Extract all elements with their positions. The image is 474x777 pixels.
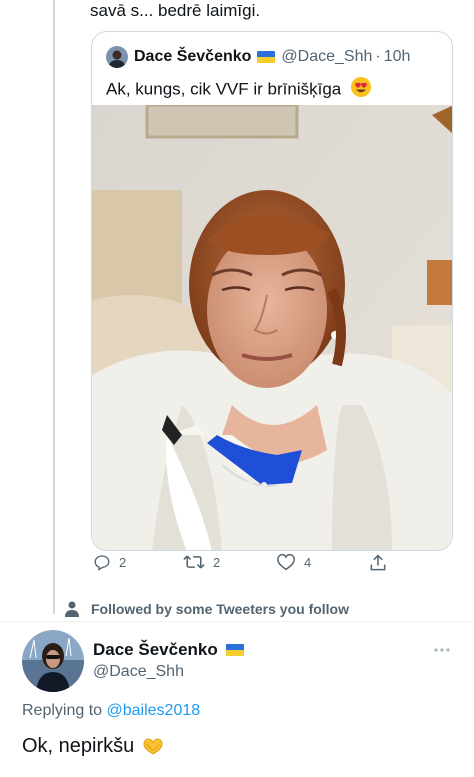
reply-icon [94, 555, 110, 571]
heart-hands-emoji-icon [143, 737, 163, 755]
thread-line [53, 0, 55, 614]
more-options-button[interactable] [432, 640, 452, 665]
reply-count: 2 [119, 554, 127, 570]
retweet-count: 2 [213, 554, 221, 570]
avatar[interactable] [22, 630, 84, 692]
retweet-icon [183, 555, 205, 569]
quoted-author-avatar[interactable] [106, 46, 128, 68]
reply-button[interactable]: 2 [93, 553, 126, 571]
quoted-tweet-header: Dace Ševčenko @Dace_Shh · 10h [106, 46, 410, 68]
divider [0, 621, 474, 622]
separator-dot: · [375, 48, 381, 65]
heart-icon [277, 553, 295, 571]
tweet-actions-bar: 2 2 4 [93, 553, 393, 577]
author-name-text: Dace Ševčenko [93, 640, 218, 659]
author-handle[interactable]: @Dace_Shh [93, 663, 184, 681]
ukraine-flag-icon [225, 644, 244, 656]
quoted-tweet-card[interactable]: Dace Ševčenko @Dace_Shh · 10h Ak, kungs,… [91, 31, 453, 551]
social-context-text: Followed by some Tweeters you follow [91, 601, 350, 617]
social-context: Followed by some Tweeters you follow [65, 601, 349, 617]
retweet-button[interactable]: 2 [183, 553, 220, 571]
replying-to-handle-link[interactable]: @bailes2018 [107, 702, 201, 719]
quoted-author-name[interactable]: Dace Ševčenko [134, 48, 251, 66]
quoted-tweet-photo[interactable] [92, 103, 452, 550]
replying-to-prefix: Replying to [22, 702, 103, 719]
ukraine-flag-icon [257, 51, 276, 63]
more-horizontal-icon [434, 648, 450, 652]
parent-tweet-text-tail: savā s... bedrē laimīgi. [90, 1, 261, 20]
person-icon [65, 601, 79, 617]
quoted-tweet-text-body: Ak, kungs, cik VVF ir brīnišķīga [106, 79, 342, 99]
reply-tweet-text: Ok, nepirkšu [22, 735, 165, 758]
replying-to: Replying to @bailes2018 [22, 702, 200, 720]
like-count: 4 [304, 554, 312, 570]
quoted-tweet-timestamp[interactable]: 10h [384, 48, 411, 66]
quoted-author-handle[interactable]: @Dace_Shh [281, 48, 372, 66]
heart-eyes-emoji-icon [350, 76, 372, 104]
reply-tweet-text-body: Ok, nepirkšu [22, 735, 135, 757]
share-icon [370, 554, 386, 571]
quoted-tweet-text: Ak, kungs, cik VVF ir brīnišķīga [106, 76, 372, 104]
share-button[interactable] [368, 553, 396, 573]
like-button[interactable]: 4 [276, 553, 311, 571]
author-name[interactable]: Dace Ševčenko [93, 640, 250, 660]
